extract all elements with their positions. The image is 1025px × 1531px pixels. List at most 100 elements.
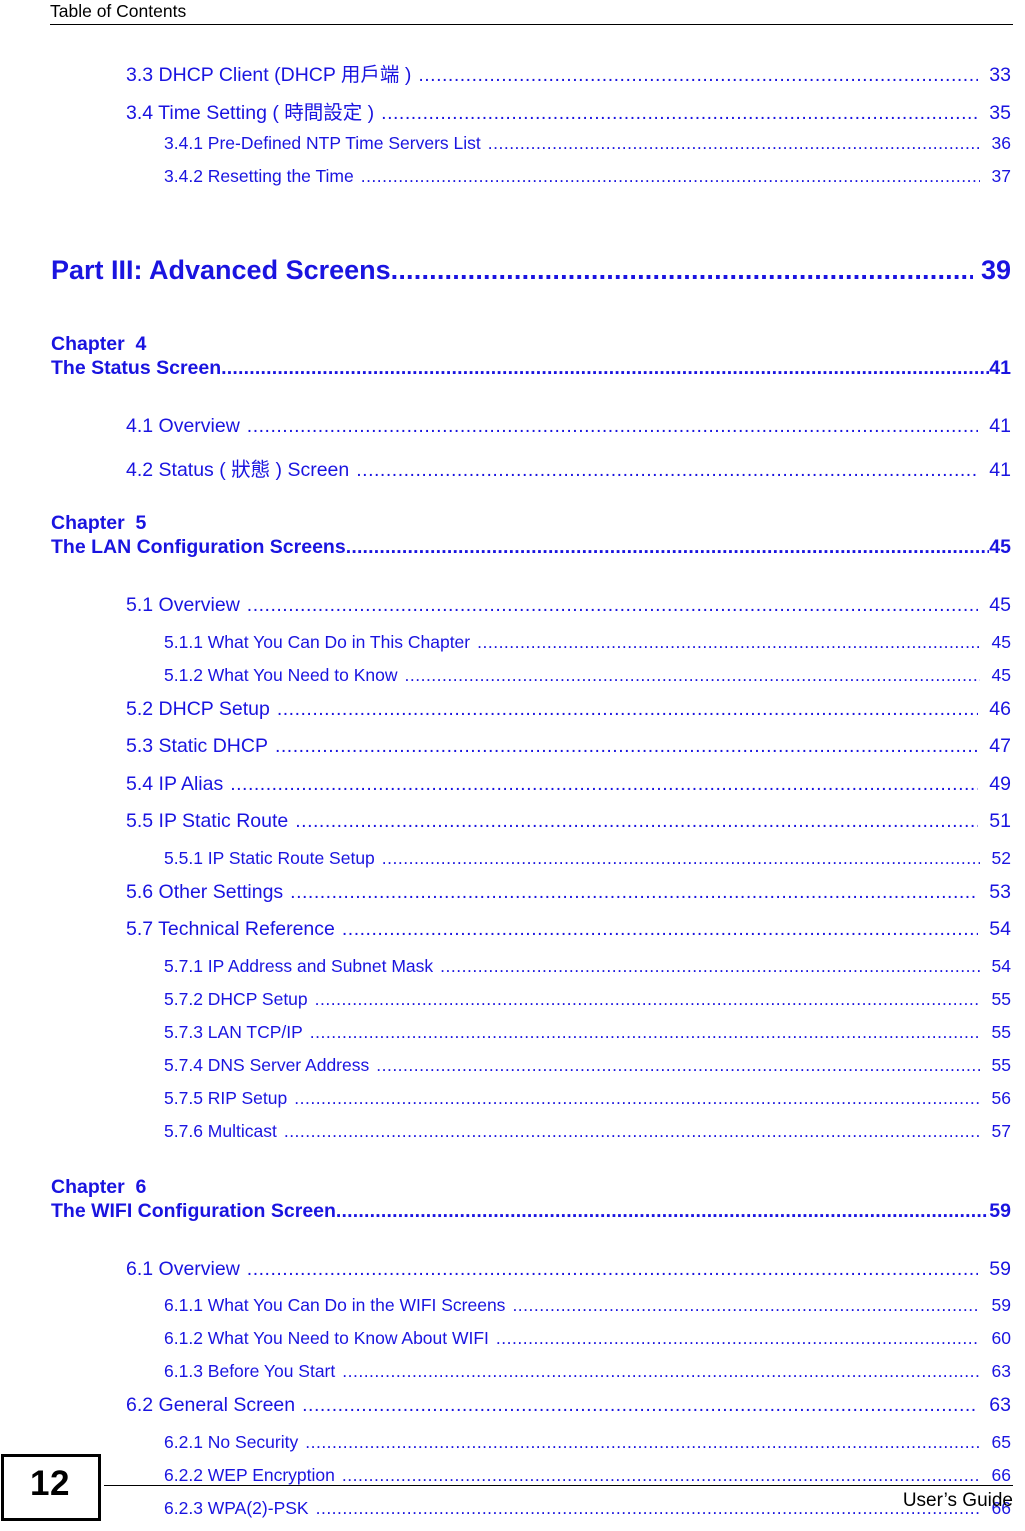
dot-leader <box>418 64 978 87</box>
toc-chapter-title-label: The LAN Configuration Screens <box>51 536 346 558</box>
chapter-number-label: Chapter 4 <box>51 333 147 355</box>
toc-entry[interactable]: 5.5 IP Static Route 51 <box>0 810 1025 848</box>
toc-entry-label: 4.2 Status ( 狀態 ) Screen <box>126 458 350 481</box>
dot-leader <box>336 1200 989 1223</box>
dot-leader <box>247 1258 978 1281</box>
dot-leader <box>310 1022 980 1043</box>
toc-entry-label: 6.1 Overview <box>126 1257 240 1280</box>
dot-leader <box>342 1361 980 1382</box>
toc-entry[interactable]: 5.7.5 RIP Setup 56 <box>0 1088 1025 1121</box>
toc-entry[interactable]: 5.2 DHCP Setup 46 <box>0 698 1025 736</box>
toc-entry-page: 59 <box>991 1295 1011 1315</box>
toc-entry[interactable]: 4.2 Status ( 狀態 ) Screen 41 <box>0 453 1025 491</box>
toc-entry-page: 65 <box>991 1431 1011 1452</box>
page-number: 12 <box>30 1464 70 1503</box>
toc-entry[interactable]: 6.2 General Screen 63 <box>0 1394 1025 1432</box>
toc-group-section3: 3.3 DHCP Client (DHCP 用戶端 ) 33 3.4 Time … <box>0 58 1025 199</box>
dot-leader <box>221 357 989 380</box>
toc-entry[interactable]: 3.4.1 Pre-Defined NTP Time Servers List … <box>0 133 1025 166</box>
toc-entry-label: 6.2.1 No Security <box>164 1431 299 1452</box>
toc-entry[interactable]: 5.1.2 What You Need to Know 45 <box>0 665 1025 698</box>
toc-entry-label: 3.4.1 Pre-Defined NTP Time Servers List <box>164 133 481 153</box>
table-of-contents: 3.3 DHCP Client (DHCP 用戶端 ) 33 3.4 Time … <box>0 34 1025 1531</box>
toc-chapter-title[interactable]: The Status Screen 41 <box>51 357 1011 385</box>
toc-entry[interactable]: 5.1.1 What You Can Do in This Chapter 45 <box>0 632 1025 665</box>
toc-entry[interactable]: 6.1.3 Before You Start 63 <box>0 1361 1025 1394</box>
toc-entry-label: 5.5 IP Static Route <box>126 810 289 832</box>
dot-leader <box>305 1432 980 1453</box>
toc-entry-page: 54 <box>989 918 1011 940</box>
toc-chapter-title[interactable]: The LAN Configuration Screens 45 <box>51 536 1011 564</box>
toc-entry-label: 3.4 Time Setting ( 時間設定 ) <box>126 101 375 124</box>
toc-entry-page: 49 <box>989 772 1011 795</box>
toc-entry-page: 60 <box>991 1328 1011 1348</box>
toc-chapter-6: Chapter 6 The WIFI Configuration Screen … <box>0 1174 1025 1228</box>
toc-entry-page: 41 <box>989 458 1011 481</box>
toc-group-chapter5-entries: 5.1 Overview455.1.1 What You Can Do in T… <box>0 594 1025 1154</box>
dot-leader <box>247 594 978 617</box>
toc-entry[interactable]: 5.4 IP Alias 49 <box>0 773 1025 811</box>
page-footer: 12 User’s Guide <box>0 1454 1025 1524</box>
dot-leader <box>295 810 978 833</box>
toc-entry-page: 57 <box>991 1120 1011 1141</box>
toc-entry-label: 3.4.2 Resetting the Time <box>164 166 354 186</box>
toc-entry[interactable]: 6.1 Overview 59 <box>0 1258 1025 1296</box>
dot-leader <box>496 1328 980 1349</box>
dot-leader <box>381 102 978 125</box>
toc-entry[interactable]: 3.3 DHCP Client (DHCP 用戶端 ) 33 <box>0 58 1025 96</box>
toc-entry[interactable]: 5.5.1 IP Static Route Setup 52 <box>0 848 1025 881</box>
toc-entry-label: 5.7.3 LAN TCP/IP <box>164 1021 303 1042</box>
page-running-header: Table of Contents <box>0 0 1025 34</box>
toc-entry[interactable]: 6.1.2 What You Need to Know About WIFI 60 <box>0 1328 1025 1361</box>
dot-leader <box>302 1394 978 1417</box>
toc-entry[interactable]: 4.1 Overview 41 <box>0 415 1025 453</box>
chapter-number-label: Chapter 5 <box>51 512 147 534</box>
toc-part-heading[interactable]: Part III: Advanced Screens 39 <box>0 255 1025 295</box>
toc-entry-page: 59 <box>989 1257 1011 1280</box>
toc-entry-page: 47 <box>989 735 1011 757</box>
toc-group-chapter4-entries: 4.1 Overview 41 4.2 Status ( 狀態 ) Screen… <box>0 415 1025 490</box>
toc-entry-page: 37 <box>991 166 1011 186</box>
toc-entry-label: 5.7.5 RIP Setup <box>164 1087 288 1108</box>
toc-entry[interactable]: 5.7.6 Multicast 57 <box>0 1121 1025 1154</box>
toc-chapter-title-label: The WIFI Configuration Screen <box>51 1199 336 1222</box>
toc-entry-page: 45 <box>991 664 1011 685</box>
toc-entry-page: 36 <box>991 133 1011 153</box>
toc-entry[interactable]: 5.7.2 DHCP Setup 55 <box>0 989 1025 1022</box>
toc-entry-label: 5.3 Static DHCP <box>126 735 268 757</box>
dot-leader <box>247 415 978 438</box>
dot-leader <box>342 918 978 941</box>
toc-entry-label: 5.1.2 What You Need to Know <box>164 664 398 685</box>
toc-entry[interactable]: 3.4.2 Resetting the Time 37 <box>0 166 1025 199</box>
toc-entry[interactable]: 5.6 Other Settings 53 <box>0 881 1025 919</box>
toc-entry[interactable]: 5.7.3 LAN TCP/IP 55 <box>0 1022 1025 1055</box>
page-header-title: Table of Contents <box>50 1 187 21</box>
toc-entry-page: 54 <box>991 955 1011 976</box>
toc-entry-page: 33 <box>989 64 1011 86</box>
dot-leader <box>284 1121 980 1142</box>
dot-leader <box>361 166 980 187</box>
toc-entry-page: 52 <box>991 847 1011 868</box>
toc-entry-label: 5.7.2 DHCP Setup <box>164 988 308 1009</box>
toc-entry[interactable]: 6.1.1 What You Can Do in the WIFI Screen… <box>0 1295 1025 1328</box>
toc-entry[interactable]: 3.4 Time Setting ( 時間設定 ) 35 <box>0 96 1025 134</box>
toc-entry[interactable]: 5.1 Overview 45 <box>0 594 1025 632</box>
toc-entry-label: 6.1.1 What You Can Do in the WIFI Screen… <box>164 1295 506 1315</box>
toc-chapter-title[interactable]: The WIFI Configuration Screen 59 <box>51 1200 1011 1228</box>
dot-leader <box>376 1055 980 1076</box>
footer-guide-label: User’s Guide <box>902 1490 1013 1511</box>
toc-entry[interactable]: 5.7 Technical Reference 54 <box>0 918 1025 956</box>
toc-entry[interactable]: 5.7.1 IP Address and Subnet Mask 54 <box>0 956 1025 989</box>
toc-entry-page: 55 <box>991 1021 1011 1042</box>
dot-leader <box>290 881 978 904</box>
header-divider <box>50 24 1013 25</box>
toc-entry[interactable]: 5.7.4 DNS Server Address 55 <box>0 1055 1025 1088</box>
dot-leader <box>275 735 978 758</box>
toc-entry[interactable]: 5.3 Static DHCP 47 <box>0 735 1025 773</box>
dot-leader <box>356 459 978 482</box>
